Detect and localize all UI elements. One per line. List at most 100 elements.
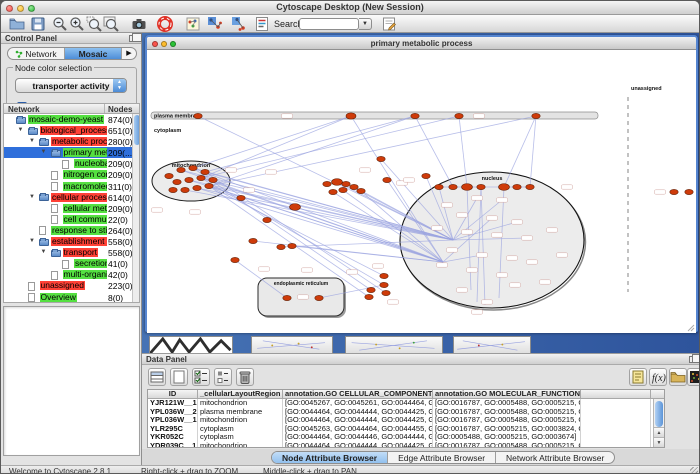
tab-mosaic[interactable]: Mosaic bbox=[65, 48, 122, 59]
tree-row[interactable]: ▼transport558(0) bbox=[4, 247, 139, 258]
network-node[interactable] bbox=[526, 184, 534, 189]
network-node[interactable] bbox=[205, 183, 213, 188]
network-node[interactable] bbox=[169, 187, 177, 192]
tab-network-attribute-browser[interactable]: Network Attribute Browser bbox=[496, 452, 614, 463]
network-node[interactable] bbox=[315, 295, 323, 300]
network-node[interactable] bbox=[329, 189, 337, 194]
network-node[interactable] bbox=[499, 184, 510, 191]
row-mode-icon[interactable] bbox=[214, 368, 232, 386]
tree-expand-icon[interactable]: ▼ bbox=[29, 138, 35, 144]
vizmapper-icon[interactable] bbox=[254, 16, 270, 32]
tab-network[interactable]: Network bbox=[8, 48, 65, 59]
network-node[interactable] bbox=[455, 113, 463, 118]
tree-row[interactable]: ▼metabolic process280(0) bbox=[4, 136, 139, 147]
network-node[interactable] bbox=[231, 257, 239, 262]
zoom-fit-icon[interactable] bbox=[103, 16, 119, 32]
table-row[interactable]: YDR039C__1mitochondrion[GO:0044464, GO:0… bbox=[148, 442, 664, 448]
network-node[interactable] bbox=[513, 184, 521, 189]
function-builder-icon[interactable]: f(x) bbox=[649, 368, 667, 386]
network-node[interactable] bbox=[357, 188, 365, 193]
background-window[interactable] bbox=[345, 336, 443, 353]
background-window[interactable] bbox=[149, 336, 233, 353]
background-window[interactable] bbox=[453, 336, 531, 353]
tree-expand-icon[interactable]: ▼ bbox=[29, 238, 35, 244]
attribute-editor-icon[interactable] bbox=[629, 368, 647, 386]
help-lifesaver-icon[interactable] bbox=[157, 16, 173, 32]
network-node[interactable] bbox=[288, 243, 296, 248]
network-node[interactable] bbox=[290, 204, 301, 211]
network-node[interactable] bbox=[411, 113, 419, 118]
zoom-in-icon[interactable] bbox=[69, 16, 85, 32]
tab-overflow-arrow[interactable]: ▶ bbox=[122, 48, 136, 59]
network-node[interactable] bbox=[462, 184, 473, 191]
tree-scrollbar[interactable] bbox=[132, 114, 139, 302]
table-header-cell[interactable]: annotation.GO CELLULAR_COMPONENT bbox=[283, 390, 433, 398]
tree-row[interactable]: ▼cellular process614(0) bbox=[4, 192, 139, 203]
node-color-dropdown[interactable]: transporter activity ▲▼ bbox=[15, 78, 127, 93]
search-input[interactable] bbox=[299, 18, 359, 30]
tree-row[interactable]: macromolecule311(0) bbox=[4, 181, 139, 192]
network-node[interactable] bbox=[367, 287, 375, 292]
network-node[interactable] bbox=[346, 113, 356, 119]
network-node[interactable] bbox=[193, 185, 201, 190]
network-node[interactable] bbox=[201, 169, 209, 174]
canvas-resize-grip-icon[interactable] bbox=[691, 328, 694, 331]
table-header-cell[interactable] bbox=[581, 390, 651, 398]
network-node[interactable] bbox=[380, 282, 388, 287]
network-node[interactable] bbox=[670, 189, 678, 194]
network-node[interactable] bbox=[380, 273, 388, 278]
network-node[interactable] bbox=[332, 179, 343, 186]
network-node[interactable] bbox=[263, 217, 271, 222]
tree-row[interactable]: ▼primary metabo209(... bbox=[4, 147, 139, 158]
network-node[interactable] bbox=[342, 181, 350, 186]
network-node[interactable] bbox=[173, 179, 181, 184]
network-node[interactable] bbox=[339, 187, 347, 192]
tree-expand-icon[interactable]: ▼ bbox=[29, 194, 35, 200]
tree-row[interactable]: ▼establishment of lo558(0) bbox=[4, 236, 139, 247]
network-node[interactable] bbox=[532, 113, 540, 118]
zoom-selected-icon[interactable] bbox=[86, 16, 102, 32]
network-node[interactable] bbox=[350, 184, 358, 189]
background-window[interactable] bbox=[251, 336, 333, 353]
tree-expand-icon[interactable]: ▼ bbox=[41, 249, 47, 255]
network-node[interactable] bbox=[249, 238, 257, 243]
network-node[interactable] bbox=[382, 290, 390, 295]
network-node[interactable] bbox=[449, 184, 457, 189]
float-panel-icon[interactable] bbox=[129, 35, 137, 42]
network-node[interactable] bbox=[237, 195, 245, 200]
annotation-pad-icon[interactable] bbox=[381, 16, 397, 32]
tree-row[interactable]: nitrogen compo209(0) bbox=[4, 169, 139, 180]
network-node[interactable] bbox=[365, 294, 373, 299]
snapshot-camera-icon[interactable] bbox=[131, 16, 147, 32]
canvas-resize-grip-icon[interactable] bbox=[688, 325, 694, 331]
network-node[interactable] bbox=[435, 184, 443, 189]
select-attributes-icon[interactable] bbox=[192, 368, 210, 386]
network-node[interactable] bbox=[185, 177, 193, 182]
table-header-cell[interactable]: annotation.GO MOLECULAR_FUNCTION bbox=[433, 390, 581, 398]
network-window-titlebar[interactable]: primary metabolic process bbox=[147, 37, 696, 50]
tree-row[interactable]: cell communicat22(0) bbox=[4, 214, 139, 225]
network-node[interactable] bbox=[422, 173, 430, 178]
network-node[interactable] bbox=[477, 184, 485, 189]
network-view-window[interactable]: primary metabolic process plasma membran… bbox=[145, 35, 698, 332]
float-panel-icon[interactable] bbox=[689, 356, 697, 363]
network-node[interactable] bbox=[165, 173, 173, 178]
network-node[interactable] bbox=[209, 177, 217, 182]
table-row[interactable]: YPL036W__2plasma membrane[GO:0044464, GO… bbox=[148, 408, 664, 417]
network-view-icon[interactable] bbox=[185, 16, 201, 32]
network-canvas[interactable]: plasma membranecytoplasmmitochondrionnuc… bbox=[147, 50, 696, 333]
table-row[interactable]: YJR121W__1mitochondrion[GO:0045267, GO:0… bbox=[148, 399, 664, 408]
tree-row[interactable]: nucleobase-209(0) bbox=[4, 158, 139, 169]
network-node[interactable] bbox=[283, 295, 291, 300]
tree-row[interactable]: mosaic-demo-yeast874(0) bbox=[4, 114, 139, 125]
tree-expand-icon[interactable]: ▼ bbox=[41, 149, 47, 155]
import-attributes-icon[interactable] bbox=[669, 368, 687, 386]
tree-expand-icon[interactable]: ▼ bbox=[18, 127, 24, 133]
tree-row[interactable]: response to stimul264(0) bbox=[4, 225, 139, 236]
select-all-columns-icon[interactable] bbox=[148, 368, 166, 386]
delete-attribute-icon[interactable] bbox=[236, 368, 254, 386]
table-header-cell[interactable]: _cellularLayoutRegion bbox=[198, 390, 283, 398]
network-node[interactable] bbox=[194, 113, 202, 118]
resize-grip-icon[interactable] bbox=[690, 467, 698, 474]
tree-row[interactable]: multi-organism pro42(0) bbox=[4, 269, 139, 280]
